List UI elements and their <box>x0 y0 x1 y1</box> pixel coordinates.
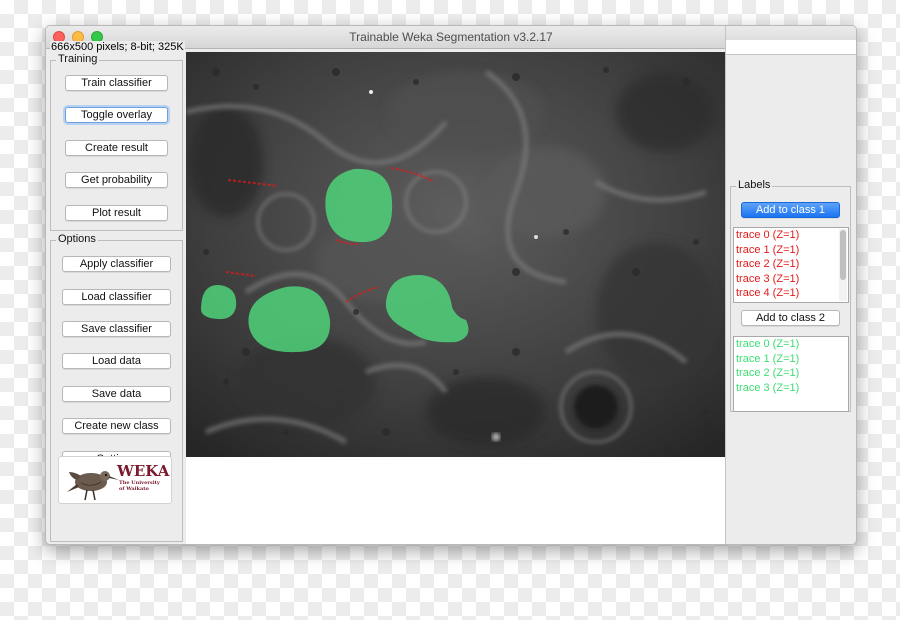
save-data-button[interactable]: Save data <box>62 386 171 402</box>
get-probability-button[interactable]: Get probability <box>65 172 168 188</box>
options-panel-title: Options <box>56 233 98 245</box>
canvas-empty-area <box>186 457 726 544</box>
class-1-trace-item[interactable]: trace 4 (Z=1) <box>734 286 848 301</box>
class-1-trace-items: trace 0 (Z=1) trace 1 (Z=1) trace 2 (Z=1) t… <box>734 228 848 301</box>
train-classifier-button[interactable]: Train classifier <box>65 75 168 91</box>
toggle-overlay-button[interactable]: Toggle overlay <box>65 107 168 123</box>
weka-bird-icon <box>67 471 119 501</box>
class-2-trace-item[interactable]: trace 3 (Z=1) <box>734 381 848 396</box>
plot-result-button[interactable]: Plot result <box>65 205 168 221</box>
class-1-trace-item[interactable]: trace 0 (Z=1) <box>734 228 848 243</box>
image-canvas[interactable] <box>186 52 726 457</box>
load-data-button[interactable]: Load data <box>62 353 171 369</box>
apply-classifier-button[interactable]: Apply classifier <box>62 256 171 272</box>
class-2-trace-item[interactable]: trace 1 (Z=1) <box>734 352 848 367</box>
class-2-trace-item[interactable]: trace 2 (Z=1) <box>734 366 848 381</box>
class-1-list-scroll-thumb[interactable] <box>840 230 846 280</box>
training-panel: Training Train classifier Toggle overlay… <box>50 53 183 231</box>
create-result-button[interactable]: Create result <box>65 140 168 156</box>
right-header-strip <box>726 40 856 55</box>
right-panel-divider <box>725 26 726 544</box>
weka-window: Trainable Weka Segmentation v3.2.17 666x… <box>45 25 857 545</box>
add-to-class-2-button[interactable]: Add to class 2 <box>741 310 840 326</box>
class-1-trace-item[interactable]: trace 3 (Z=1) <box>734 272 848 287</box>
add-to-class-1-button[interactable]: Add to class 1 <box>741 202 840 218</box>
training-panel-title: Training <box>56 53 100 65</box>
class-2-trace-region <box>325 168 393 243</box>
image-info-text: 666x500 pixels; 8-bit; 325K <box>50 41 185 54</box>
class-2-trace-region <box>201 284 237 320</box>
class-1-trace-list[interactable]: trace 0 (Z=1) trace 1 (Z=1) trace 2 (Z=1) t… <box>733 227 849 303</box>
labels-panel: Labels Add to class 1 trace 0 (Z=1) trace… <box>730 179 851 412</box>
class-2-trace-items: trace 0 (Z=1) trace 1 (Z=1) trace 2 (Z=1) t… <box>734 337 848 395</box>
labels-panel-title: Labels <box>736 179 773 191</box>
class-1-trace-item[interactable]: trace 1 (Z=1) <box>734 243 848 258</box>
class-2-trace-list[interactable]: trace 0 (Z=1) trace 1 (Z=1) trace 2 (Z=1) t… <box>733 336 849 412</box>
weka-logo-subtitle: The University of Waikato <box>119 480 160 492</box>
weka-logo-subtitle-line2: of Waikato <box>119 486 149 492</box>
load-classifier-button[interactable]: Load classifier <box>62 289 171 305</box>
save-classifier-button[interactable]: Save classifier <box>62 321 171 337</box>
weka-logo: WEKA The University of Waikato <box>58 456 172 504</box>
weka-logo-text: WEKA <box>117 462 170 480</box>
class-1-trace-item[interactable]: trace 2 (Z=1) <box>734 257 848 272</box>
create-new-class-button[interactable]: Create new class <box>62 418 171 434</box>
class-1-list-scrollbar[interactable] <box>839 229 847 301</box>
class-2-trace-item[interactable]: trace 0 (Z=1) <box>734 337 848 352</box>
microscopy-image <box>186 52 726 457</box>
